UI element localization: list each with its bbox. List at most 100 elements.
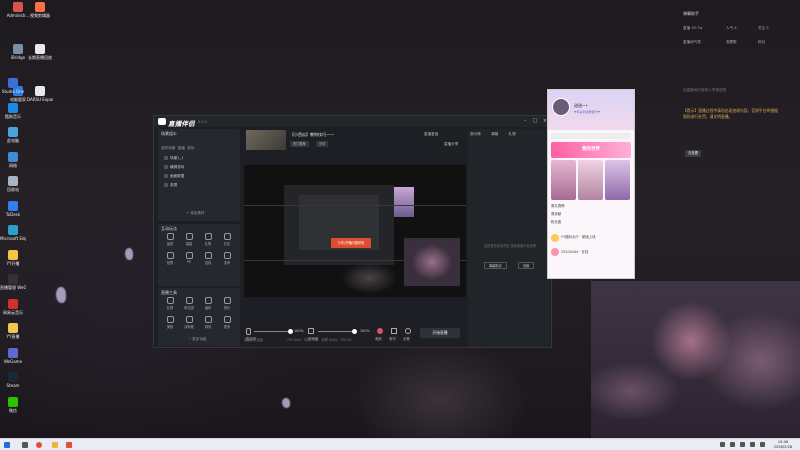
scene-item[interactable]: 录屏: [164, 183, 177, 188]
desktop-icon[interactable]: Steam: [0, 372, 26, 388]
desktop-icon[interactable]: YY直播: [0, 323, 26, 339]
mic-slider[interactable]: [254, 329, 293, 334]
title-bar[interactable]: 直播伴侣 5.9.4 – □ ×: [154, 116, 551, 128]
tool-icon: [185, 297, 193, 304]
chat-tab[interactable]: 观众榜: [470, 132, 481, 136]
speaker-icon[interactable]: [308, 328, 314, 334]
maximize-icon[interactable]: □: [532, 118, 538, 124]
tool-button[interactable]: 美颜: [162, 316, 178, 329]
room-cover[interactable]: [246, 130, 286, 150]
tray-icon[interactable]: [730, 442, 735, 447]
popup-list-item[interactable]: 粉丝团: [551, 219, 561, 224]
notification-view-button[interactable]: 去查看: [685, 150, 702, 157]
tool-button[interactable]: 礼物: [200, 233, 216, 246]
tool-button[interactable]: 特效: [200, 316, 216, 329]
popup-list-item[interactable]: YY福利大厅 · 新版上线: [561, 234, 596, 239]
interact-title: 互动玩法: [161, 226, 177, 231]
desktop-icon[interactable]: Microsoft Edge: [0, 225, 26, 241]
desktop-icon[interactable]: Studio One: [0, 78, 26, 94]
popup-list-item[interactable]: 25204444 · 在线: [561, 249, 588, 254]
desktop-icon[interactable]: 网络: [0, 151, 26, 168]
desktop-icon[interactable]: 回收站: [0, 176, 26, 192]
taskbar-app-icon[interactable]: [52, 442, 58, 448]
popup-list-item[interactable]: 周礼物榜: [551, 203, 565, 208]
popup-list-item[interactable]: 周贡献: [551, 211, 561, 216]
chat-tabs: 观众榜 弹幕 礼物: [470, 132, 516, 137]
material-icon[interactable]: [391, 328, 397, 334]
more-functions-button[interactable]: ~ 更多功能: [188, 337, 207, 342]
desktop-icon-label: YY直播: [6, 334, 20, 339]
tool-button[interactable]: 音乐: [219, 297, 235, 310]
recommend-thumb[interactable]: [605, 160, 630, 200]
tray-icon[interactable]: [760, 442, 765, 447]
avatar[interactable]: [552, 98, 570, 116]
beauty-icon[interactable]: [377, 328, 383, 334]
tool-button[interactable]: 福利: [200, 297, 216, 310]
left-sidebar: 场景组① 我的场景 直播 游戏 场景1_1 横屏游戏 画面数据 录屏 + 添加素…: [158, 129, 240, 347]
world-banner[interactable]: 我的世界: [551, 142, 631, 158]
desktop-icon[interactable]: DARSU Export: [27, 86, 53, 102]
mic-icon[interactable]: [246, 328, 251, 335]
desktop-icon[interactable]: 酷狗音乐: [0, 102, 26, 119]
scene-item[interactable]: 场景1_1: [164, 156, 184, 161]
tool-icon: [204, 252, 212, 259]
settings-icon[interactable]: [405, 328, 411, 334]
scene-item[interactable]: 画面数据: [164, 174, 184, 179]
chat-settings-button[interactable]: 设置: [518, 262, 535, 269]
start-icon[interactable]: [4, 442, 10, 448]
desktop-icon[interactable]: 网易云音乐: [0, 298, 26, 315]
tray-icon[interactable]: [750, 442, 755, 447]
tool-button[interactable]: 粉丝团: [181, 297, 197, 310]
taskbar-app-icon[interactable]: [66, 442, 72, 448]
recommend-thumb[interactable]: [551, 160, 576, 200]
chat-tab[interactable]: 礼物: [509, 132, 516, 136]
tool-button[interactable]: 连线: [200, 252, 216, 265]
taskbar-app-icon[interactable]: [22, 442, 28, 448]
tool-button[interactable]: 红包: [219, 233, 235, 246]
tool-icon: [166, 297, 174, 304]
tool-button[interactable]: 清晰度: [181, 316, 197, 329]
mic-slider-knob[interactable]: [288, 329, 293, 334]
tool-button[interactable]: 投票: [162, 252, 178, 265]
notification-line: 粉丝: [758, 40, 766, 44]
desktop-icon[interactable]: WeGame: [0, 347, 26, 364]
minimize-icon[interactable]: –: [522, 118, 528, 124]
room-tag[interactable]: 热门推荐: [290, 141, 309, 147]
desktop-app-icon: [8, 200, 18, 211]
add-source-button[interactable]: + 添加素材: [186, 211, 205, 216]
desktop-icon[interactable]: ToDesk: [0, 200, 26, 217]
desktop-icon[interactable]: YY开播: [0, 249, 26, 266]
clock[interactable]: 15:06 2026/2/28: [772, 440, 794, 449]
chat-tab[interactable]: 弹幕: [491, 132, 498, 136]
scene-tab[interactable]: 我的场景: [161, 146, 175, 150]
tool-button[interactable]: 礼物: [162, 297, 178, 310]
tool-button[interactable]: 更多: [219, 316, 235, 329]
tool-button[interactable]: PK: [181, 252, 197, 264]
desktop-icon[interactable]: 微信: [0, 396, 26, 413]
preview-share-button[interactable]: 分享/开播问题排查: [331, 238, 371, 248]
taskbar-app-icon[interactable]: [36, 442, 42, 448]
desktop-icon[interactable]: 直播管理 WeGame版: [0, 274, 26, 290]
desktop-icon[interactable]: 此电脑: [0, 127, 26, 143]
tool-button[interactable]: 福袋: [181, 233, 197, 246]
tool-button[interactable]: 变声: [219, 252, 235, 265]
scene-tab[interactable]: 直播: [178, 146, 185, 150]
desktop-icon-label: 直播管理 WeGame版: [0, 285, 26, 290]
desktop-icon[interactable]: 视频剪辑器: [27, 2, 53, 18]
chat-panel: 观众榜 弹幕 礼物 当前暂无评论内容 快去和观众互动吧 弹幕助手 设置: [468, 129, 550, 347]
speaker-slider[interactable]: [318, 329, 357, 334]
recommend-thumb[interactable]: [578, 160, 603, 200]
share-button[interactable]: 直播分享: [444, 142, 458, 147]
scene-tab[interactable]: 游戏: [187, 146, 194, 150]
room-title[interactable]: 【小西瓜】教你技巧——: [290, 132, 334, 138]
tool-button[interactable]: 抽奖: [162, 233, 178, 246]
tray-icon[interactable]: [720, 442, 725, 447]
scene-item[interactable]: 横屏游戏: [164, 165, 184, 170]
room-tag[interactable]: 分享: [316, 141, 329, 147]
tray-icon[interactable]: [740, 442, 745, 447]
speaker-slider-knob[interactable]: [352, 329, 357, 334]
danmaku-helper-button[interactable]: 弹幕助手: [484, 262, 507, 269]
desktop-icon[interactable]: 长期直播回放: [27, 44, 53, 60]
review-button[interactable]: 直播复盘: [424, 132, 438, 137]
scene-title[interactable]: 场景组①: [161, 131, 177, 137]
